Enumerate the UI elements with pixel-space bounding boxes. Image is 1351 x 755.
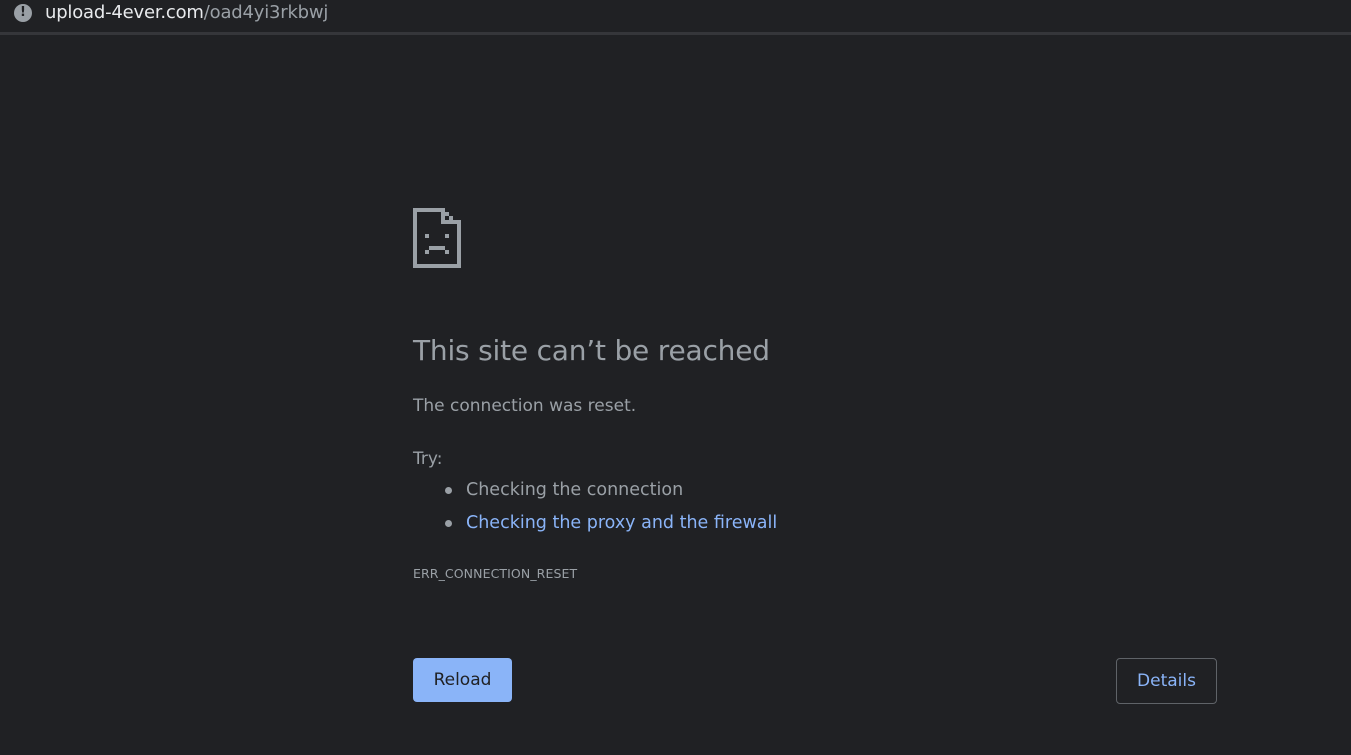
error-message: The connection was reset. (413, 396, 637, 416)
suggestion-text: Checking the connection (466, 480, 684, 500)
suggestion-list: Checking the connection Checking the pro… (413, 479, 777, 545)
proxy-firewall-link[interactable]: Checking the proxy and the firewall (466, 513, 777, 533)
url-host: upload-4ever.com (45, 2, 204, 23)
details-button[interactable]: Details (1116, 658, 1217, 704)
url-path: /oad4yi3rkbwj (203, 2, 329, 23)
url-text[interactable]: upload-4ever.com/oad4yi3rkbwj (45, 1, 328, 25)
page-title: This site can’t be reached (413, 334, 770, 367)
try-label: Try: (413, 449, 443, 469)
bullet-icon (445, 487, 452, 494)
error-code: ERR_CONNECTION_RESET (413, 566, 578, 581)
address-bar[interactable]: ! upload-4ever.com/oad4yi3rkbwj (0, 0, 1351, 35)
reload-button[interactable]: Reload (413, 658, 512, 702)
bullet-icon (445, 520, 452, 527)
suggestion-item-connection: Checking the connection (413, 479, 777, 512)
info-icon[interactable]: ! (14, 4, 32, 22)
sad-page-icon (413, 208, 461, 268)
suggestion-item-proxy-firewall: Checking the proxy and the firewall (413, 512, 777, 545)
